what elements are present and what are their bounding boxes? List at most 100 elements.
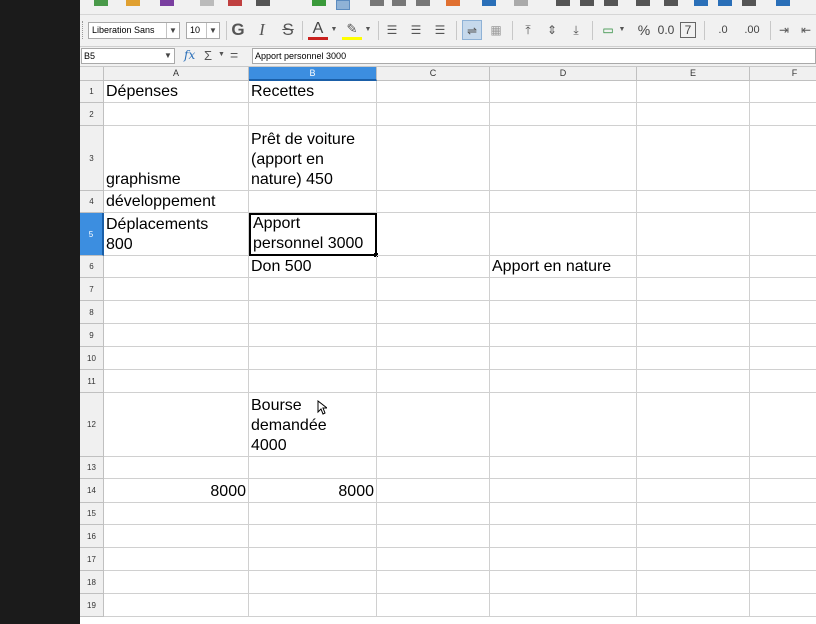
- row-header-8[interactable]: 8: [80, 301, 104, 324]
- cell-d10[interactable]: [490, 347, 637, 370]
- cell-d4[interactable]: [490, 191, 637, 213]
- cell-f3[interactable]: [750, 126, 816, 191]
- cell-f6[interactable]: [750, 256, 816, 278]
- cell-d15[interactable]: [490, 503, 637, 525]
- cell-f18[interactable]: [750, 571, 816, 594]
- cell-f4[interactable]: [750, 191, 816, 213]
- cell-f2[interactable]: [750, 103, 816, 126]
- cell-a3[interactable]: graphisme: [104, 126, 249, 191]
- cell-c12[interactable]: [377, 393, 490, 457]
- cell-e5[interactable]: [637, 213, 750, 256]
- number-format-button[interactable]: 0.0: [656, 20, 676, 40]
- cell-e15[interactable]: [637, 503, 750, 525]
- cell-c17[interactable]: [377, 548, 490, 571]
- column-header-b[interactable]: B: [249, 67, 377, 81]
- edit-mode-icon[interactable]: [200, 0, 214, 6]
- cell-a18[interactable]: [104, 571, 249, 594]
- row-header-4[interactable]: 4: [80, 191, 104, 213]
- export-pdf-icon[interactable]: [228, 0, 242, 6]
- bold-button[interactable]: G: [228, 20, 248, 40]
- cell-c10[interactable]: [377, 347, 490, 370]
- name-box[interactable]: B5 ▼: [81, 48, 175, 64]
- paste-icon[interactable]: [416, 0, 430, 6]
- cell-d14[interactable]: [490, 479, 637, 503]
- font-color-button[interactable]: A: [308, 20, 328, 40]
- insert-image-icon[interactable]: [636, 0, 650, 6]
- delete-decimal-button[interactable]: .00: [738, 20, 766, 40]
- hyperlink-icon[interactable]: [742, 0, 756, 6]
- cell-a17[interactable]: [104, 548, 249, 571]
- cell-a2[interactable]: [104, 103, 249, 126]
- cell-b10[interactable]: [249, 347, 377, 370]
- cell-c18[interactable]: [377, 571, 490, 594]
- chevron-down-icon[interactable]: ▼: [218, 51, 225, 58]
- cell-c9[interactable]: [377, 324, 490, 347]
- row-header-5[interactable]: 5: [80, 213, 104, 256]
- cell-d6[interactable]: Apport en nature: [490, 256, 637, 278]
- cell-a10[interactable]: [104, 347, 249, 370]
- align-bottom-icon[interactable]: ⤓: [566, 20, 586, 40]
- special-character-icon[interactable]: [718, 0, 732, 6]
- spreadsheet-grid[interactable]: A B C D E F 1 Dépenses Recettes 2 3 graphisme Prêt d…: [80, 67, 816, 624]
- date-format-button[interactable]: 7: [680, 22, 696, 38]
- increase-indent-icon[interactable]: ⇥: [774, 20, 794, 40]
- select-all-corner[interactable]: [80, 67, 104, 81]
- cell-d13[interactable]: [490, 457, 637, 479]
- highlight-color-icon[interactable]: ✎: [342, 20, 362, 40]
- print-icon[interactable]: [256, 0, 270, 6]
- row-header-7[interactable]: 7: [80, 278, 104, 301]
- cell-d17[interactable]: [490, 548, 637, 571]
- align-top-icon[interactable]: ⤒: [518, 20, 538, 40]
- row-header-3[interactable]: 3: [80, 126, 104, 191]
- cell-f8[interactable]: [750, 301, 816, 324]
- sort-descending-icon[interactable]: [604, 0, 618, 6]
- cell-a1[interactable]: Dépenses: [104, 81, 249, 103]
- cell-d2[interactable]: [490, 103, 637, 126]
- function-wizard-button[interactable]: fx: [184, 48, 195, 62]
- column-header-e[interactable]: E: [637, 67, 750, 81]
- merge-cells-icon[interactable]: ▦: [486, 20, 506, 40]
- row-header-15[interactable]: 15: [80, 503, 104, 525]
- find-replace-icon[interactable]: [556, 0, 570, 6]
- cell-d19[interactable]: [490, 594, 637, 617]
- cut-icon[interactable]: [370, 0, 384, 6]
- undo-icon[interactable]: [482, 0, 496, 6]
- cell-f14[interactable]: [750, 479, 816, 503]
- save-icon[interactable]: [160, 0, 174, 6]
- cell-b13[interactable]: [249, 457, 377, 479]
- cell-d7[interactable]: [490, 278, 637, 301]
- cell-e18[interactable]: [637, 571, 750, 594]
- row-header-9[interactable]: 9: [80, 324, 104, 347]
- cell-c14[interactable]: [377, 479, 490, 503]
- cell-d8[interactable]: [490, 301, 637, 324]
- cell-b19[interactable]: [249, 594, 377, 617]
- cell-e4[interactable]: [637, 191, 750, 213]
- cell-d1[interactable]: [490, 81, 637, 103]
- italic-button[interactable]: I: [252, 20, 272, 40]
- cell-e16[interactable]: [637, 525, 750, 548]
- row-header-6[interactable]: 6: [80, 256, 104, 278]
- row-header-12[interactable]: 12: [80, 393, 104, 457]
- cell-b7[interactable]: [249, 278, 377, 301]
- align-middle-icon[interactable]: ⇕: [542, 20, 562, 40]
- cell-e3[interactable]: [637, 126, 750, 191]
- cell-c3[interactable]: [377, 126, 490, 191]
- spellcheck-icon[interactable]: [312, 0, 326, 6]
- cell-e7[interactable]: [637, 278, 750, 301]
- chevron-down-icon[interactable]: ▼: [166, 23, 179, 38]
- cell-d18[interactable]: [490, 571, 637, 594]
- sort-ascending-icon[interactable]: [580, 0, 594, 6]
- cell-b15[interactable]: [249, 503, 377, 525]
- cell-e9[interactable]: [637, 324, 750, 347]
- cell-a13[interactable]: [104, 457, 249, 479]
- row-header-18[interactable]: 18: [80, 571, 104, 594]
- cell-c11[interactable]: [377, 370, 490, 393]
- row-header-19[interactable]: 19: [80, 594, 104, 617]
- row-header-1[interactable]: 1: [80, 81, 104, 103]
- cell-c15[interactable]: [377, 503, 490, 525]
- chevron-down-icon[interactable]: ▼: [162, 49, 174, 63]
- align-left-icon[interactable]: ☰: [382, 20, 402, 40]
- cell-b18[interactable]: [249, 571, 377, 594]
- cell-d3[interactable]: [490, 126, 637, 191]
- percent-format-button[interactable]: %: [634, 20, 654, 40]
